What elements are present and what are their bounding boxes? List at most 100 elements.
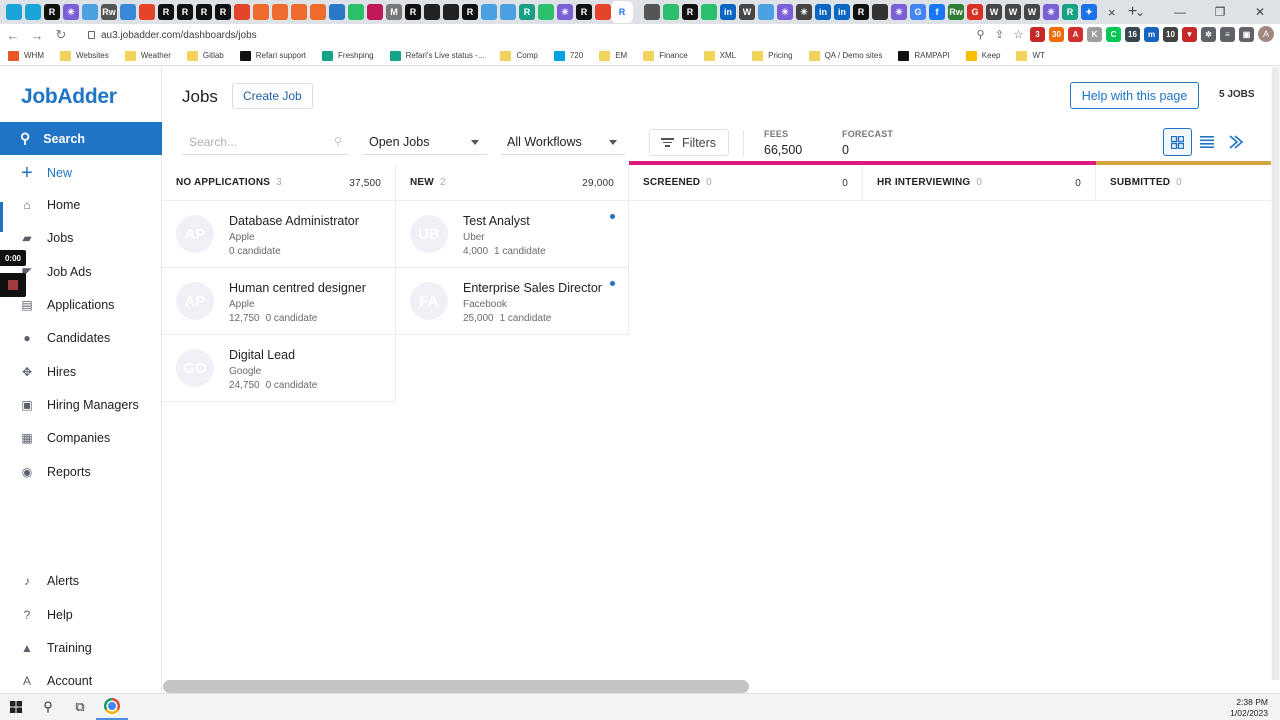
browser-tab[interactable]: [348, 4, 364, 20]
browser-tab[interactable]: R: [196, 4, 212, 20]
search-input[interactable]: [182, 134, 322, 149]
board-view-button[interactable]: [1163, 128, 1192, 156]
browser-tab[interactable]: [120, 4, 136, 20]
job-card[interactable]: GO Digital Lead Google 24,750 0 candidate: [162, 335, 396, 402]
bookmark-item[interactable]: EM: [599, 50, 627, 61]
browser-tab[interactable]: [6, 4, 22, 20]
profile-avatar[interactable]: A: [1258, 26, 1274, 42]
browser-tab[interactable]: [481, 4, 497, 20]
browser-tab[interactable]: [633, 4, 641, 20]
close-tab-icon[interactable]: ×: [1108, 5, 1116, 20]
browser-tab[interactable]: [139, 4, 155, 20]
browser-tab[interactable]: [424, 4, 440, 20]
browser-tab[interactable]: R: [614, 4, 630, 20]
browser-tab[interactable]: [310, 4, 326, 20]
job-title[interactable]: Test Analyst: [463, 214, 530, 228]
ext-sidebar-icon[interactable]: ▣: [1239, 26, 1254, 42]
job-status-select[interactable]: Open Jobs: [363, 129, 487, 155]
ext-dark-icon[interactable]: 16: [1125, 26, 1140, 42]
job-card[interactable]: FA Enterprise Sales Director Facebook 25,00…: [396, 268, 629, 335]
minimize-button[interactable]: —: [1160, 0, 1200, 24]
horizontal-scrollbar-thumb[interactable]: [163, 680, 749, 693]
job-card[interactable]: AP Database Administrator Apple 0 candidate: [162, 201, 396, 268]
task-view-button[interactable]: ⧉: [64, 694, 96, 720]
browser-tab[interactable]: M: [386, 4, 402, 20]
browser-tab[interactable]: R: [519, 4, 535, 20]
list-view-button[interactable]: [1192, 128, 1221, 156]
sidebar-item-hires[interactable]: ✥ Hires: [0, 357, 162, 387]
browser-tab[interactable]: [538, 4, 554, 20]
browser-tab[interactable]: [872, 4, 888, 20]
ext-green-icon[interactable]: C: [1106, 26, 1121, 42]
browser-tab[interactable]: [367, 4, 383, 20]
browser-tab[interactable]: R: [215, 4, 231, 20]
job-title[interactable]: Enterprise Sales Director: [463, 281, 602, 295]
browser-tab[interactable]: R: [1062, 4, 1078, 20]
bookmark-item[interactable]: WT: [1016, 50, 1045, 61]
bookmark-item[interactable]: Pricing: [752, 50, 793, 61]
sidebar-item-training[interactable]: ▲ Training: [0, 633, 162, 663]
ext-shield-icon[interactable]: ▼: [1182, 26, 1197, 42]
system-clock[interactable]: 2:38 PM 1/02/2023: [1230, 697, 1268, 719]
taskbar-chrome[interactable]: [96, 694, 128, 720]
sidebar-item-alerts[interactable]: ♪ Alerts: [0, 566, 162, 596]
bookmark-item[interactable]: Refari's Live status -...: [389, 50, 484, 61]
ext-pdf-icon[interactable]: A: [1068, 26, 1083, 42]
ext-blue-icon[interactable]: m: [1144, 26, 1159, 42]
ext-orange-icon[interactable]: 30: [1049, 26, 1064, 42]
browser-tab[interactable]: ✳: [63, 4, 79, 20]
ext-grey-icon[interactable]: K: [1087, 26, 1102, 42]
sidebar-item-companies[interactable]: ▦ Companies: [0, 423, 162, 453]
browser-tab[interactable]: R: [158, 4, 174, 20]
bookmark-item[interactable]: RAMPAPI: [898, 50, 950, 61]
browser-tab[interactable]: R: [853, 4, 869, 20]
browser-tab[interactable]: [291, 4, 307, 20]
close-window-button[interactable]: ✕: [1240, 0, 1280, 24]
sidebar-item-candidates[interactable]: ● Candidates: [0, 323, 162, 353]
bookmark-item[interactable]: Finance: [643, 50, 688, 61]
browser-tab[interactable]: [82, 4, 98, 20]
sidebar-item-hiring-managers[interactable]: ▣ Hiring Managers: [0, 390, 162, 420]
jobadder-logo[interactable]: JobAdder: [21, 85, 117, 109]
browser-tab[interactable]: G: [910, 4, 926, 20]
taskbar-search-button[interactable]: ⚲: [32, 694, 64, 720]
share-icon[interactable]: ⇪: [992, 28, 1007, 41]
browser-tab[interactable]: R: [576, 4, 592, 20]
tab-search-button[interactable]: ⌄: [1120, 0, 1160, 24]
sidebar-item-reports[interactable]: ◉ Reports: [0, 457, 162, 487]
browser-tab[interactable]: R: [682, 4, 698, 20]
bookmark-item[interactable]: Keep: [965, 50, 1000, 61]
sidebar-search[interactable]: ⚲ Search: [0, 122, 162, 155]
browser-tab[interactable]: [443, 4, 459, 20]
sidebar-item-jobs[interactable]: ▰ Jobs: [0, 223, 162, 253]
browser-tab[interactable]: W: [1024, 4, 1040, 20]
create-job-button[interactable]: Create Job: [232, 83, 313, 109]
browser-tab[interactable]: R: [462, 4, 478, 20]
browser-tab[interactable]: Rw: [101, 4, 117, 20]
sidebar-new[interactable]: + New: [0, 158, 162, 188]
browser-tab[interactable]: ✳: [777, 4, 793, 20]
browser-tab[interactable]: [272, 4, 288, 20]
help-with-page-button[interactable]: Help with this page: [1070, 82, 1199, 109]
filters-button[interactable]: Filters: [649, 129, 729, 156]
bookmark-item[interactable]: Comp: [500, 50, 538, 61]
browser-tab[interactable]: Rw: [948, 4, 964, 20]
reload-icon[interactable]: ↻: [50, 24, 72, 46]
job-title[interactable]: Digital Lead: [229, 348, 295, 362]
browser-tab[interactable]: [329, 4, 345, 20]
browser-tab[interactable]: G: [967, 4, 983, 20]
browser-tab[interactable]: [701, 4, 717, 20]
browser-tab[interactable]: [644, 4, 660, 20]
bookmark-item[interactable]: XML: [703, 50, 736, 61]
star-icon[interactable]: ☆: [1011, 28, 1026, 41]
zoom-icon[interactable]: ⚲: [973, 28, 988, 41]
browser-tab[interactable]: ✳: [1043, 4, 1059, 20]
pipeline-view-button[interactable]: [1221, 128, 1250, 156]
ext-red-icon[interactable]: 3: [1030, 26, 1045, 42]
ext-dark2-icon[interactable]: 10: [1163, 26, 1178, 42]
workflow-select[interactable]: All Workflows: [501, 129, 625, 155]
ext-list-icon[interactable]: ≡: [1220, 26, 1235, 42]
restore-button[interactable]: ❐: [1200, 0, 1240, 24]
browser-tab[interactable]: in: [720, 4, 736, 20]
browser-tab[interactable]: [500, 4, 516, 20]
